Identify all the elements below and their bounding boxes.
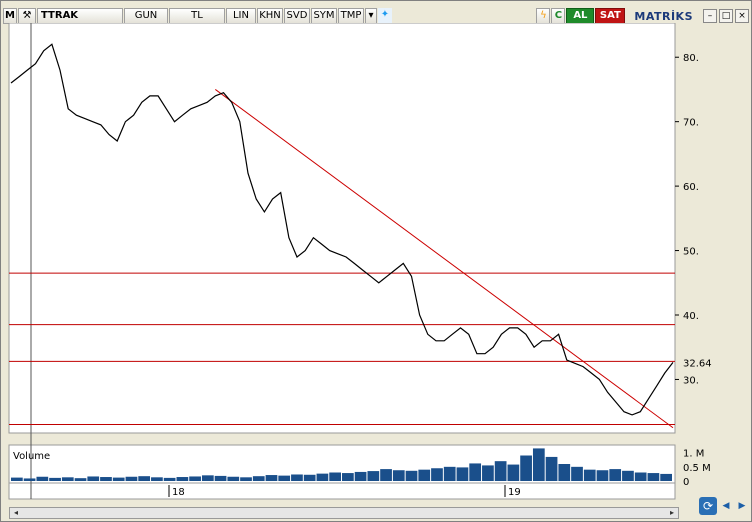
volume-bar <box>74 478 87 481</box>
nav-left-icon[interactable]: ◀ <box>719 499 733 513</box>
volume-bar <box>456 467 469 481</box>
volume-tick-label: 0 <box>683 477 689 488</box>
volume-bar <box>329 472 341 481</box>
khn-button[interactable]: KHN <box>257 8 283 24</box>
volume-bar <box>647 473 660 481</box>
reload-icon[interactable]: ⟳ <box>699 497 717 515</box>
sell-button[interactable]: SAT <box>595 8 626 24</box>
volume-bar <box>252 476 265 481</box>
price-axis: 30. 40. 50. 60. 70. 80. <box>675 53 699 386</box>
volume-bar <box>316 473 329 481</box>
volume-bar <box>61 477 74 481</box>
price-tick-label: 80. <box>683 53 699 64</box>
date-tick-label: 19 <box>508 487 521 498</box>
volume-label: Volume <box>13 451 50 462</box>
volume-bar <box>138 476 151 481</box>
period-button[interactable]: GUN <box>124 8 168 24</box>
volume-tick-label: 1. M <box>683 449 704 460</box>
volume-bar <box>469 463 482 481</box>
price-chart[interactable]: 30. 40. 50. 60. 70. 80. 32.64 Volume 1. M 0.5 … <box>3 23 749 513</box>
volume-bar <box>11 477 23 481</box>
scroll-left-icon[interactable]: ◂ <box>10 508 22 518</box>
symbol-selector[interactable]: TTRAK <box>37 8 123 24</box>
volume-bar <box>596 470 609 481</box>
navigation-buttons: ⟳ ◀ ▶ <box>699 497 749 515</box>
volume-bar <box>545 456 558 481</box>
volume-bar <box>227 476 240 481</box>
price-tick-label: 60. <box>683 182 699 193</box>
volume-bar <box>482 465 494 481</box>
volume-bar <box>571 466 583 481</box>
volume-bar <box>23 478 36 481</box>
price-tick-label: 30. <box>683 375 699 386</box>
scale-button[interactable]: LIN <box>226 8 256 24</box>
price-tick-label: 50. <box>683 247 699 258</box>
menu-button[interactable]: M <box>3 8 17 24</box>
tmp-button[interactable]: TMP <box>338 8 364 24</box>
chart-window: M ⚒ TTRAK GUN TL LIN KHN SVD SYM TMP ▾ ✦… <box>0 0 752 522</box>
volume-bar <box>532 448 545 481</box>
volume-bar <box>392 470 405 481</box>
volume-bar <box>443 466 456 481</box>
volume-bar <box>342 473 354 481</box>
nav-right-icon[interactable]: ▶ <box>735 499 749 513</box>
maximize-icon[interactable]: □ <box>719 9 733 23</box>
sym-button[interactable]: SYM <box>311 8 337 24</box>
volume-bar <box>609 469 622 481</box>
volume-bar <box>583 469 596 481</box>
volume-bar <box>291 474 303 481</box>
volume-bar <box>240 477 252 481</box>
last-price-tag: 32.64 <box>683 358 712 369</box>
price-tick-label: 70. <box>683 118 699 129</box>
date-axis-area <box>8 482 676 500</box>
svd-button[interactable]: SVD <box>284 8 310 24</box>
volume-bar <box>163 477 176 481</box>
scroll-right-icon[interactable]: ▸ <box>666 508 678 518</box>
volume-bar <box>520 455 532 481</box>
volume-axis: 1. M 0.5 M 0 <box>683 449 711 488</box>
volume-bar <box>507 464 520 481</box>
price-plot-area <box>8 23 676 434</box>
volume-bar <box>558 464 571 481</box>
volume-bar <box>87 476 100 481</box>
volume-bar <box>49 477 61 481</box>
volume-bar <box>201 475 214 481</box>
volume-bar <box>634 472 647 481</box>
currency-button[interactable]: TL <box>169 8 225 24</box>
volume-bar <box>176 477 189 481</box>
volume-bar <box>405 470 418 481</box>
buy-button[interactable]: AL <box>566 8 595 24</box>
horizontal-scrollbar[interactable]: ◂ ▸ <box>9 507 679 519</box>
brand-logo: MATRİKS <box>634 9 693 23</box>
volume-bar <box>367 471 380 481</box>
volume-bar <box>278 475 291 481</box>
volume-bar <box>418 469 431 481</box>
minimize-icon[interactable]: – <box>703 9 717 23</box>
volume-bar <box>151 477 163 481</box>
volume-tick-label: 0.5 M <box>683 463 711 474</box>
volume-bar <box>354 471 367 481</box>
volume-bar <box>380 469 392 481</box>
volume-bar <box>125 476 138 481</box>
close-icon[interactable]: × <box>735 9 749 23</box>
twitter-bird-icon[interactable]: ✦ <box>378 8 392 24</box>
lightning-icon[interactable]: ϟ <box>536 8 551 24</box>
volume-bar <box>431 468 443 481</box>
price-tick-label: 40. <box>683 311 699 322</box>
volume-bar <box>36 476 49 481</box>
volume-bar <box>265 475 278 481</box>
refresh-c-button[interactable]: C <box>551 8 566 24</box>
volume-bar <box>189 476 201 481</box>
volume-bar <box>303 474 316 481</box>
chart-settings-icon[interactable]: ⚒ <box>18 8 36 24</box>
volume-bar <box>112 477 125 481</box>
volume-bar <box>622 470 634 481</box>
last-price-label: 32.64 <box>683 358 712 369</box>
chevron-down-icon[interactable]: ▾ <box>365 8 377 24</box>
date-tick-label: 18 <box>172 487 185 498</box>
volume-bar <box>100 477 112 481</box>
volume-bar <box>494 461 507 481</box>
volume-bar <box>214 475 227 481</box>
volume-bar <box>660 473 672 481</box>
